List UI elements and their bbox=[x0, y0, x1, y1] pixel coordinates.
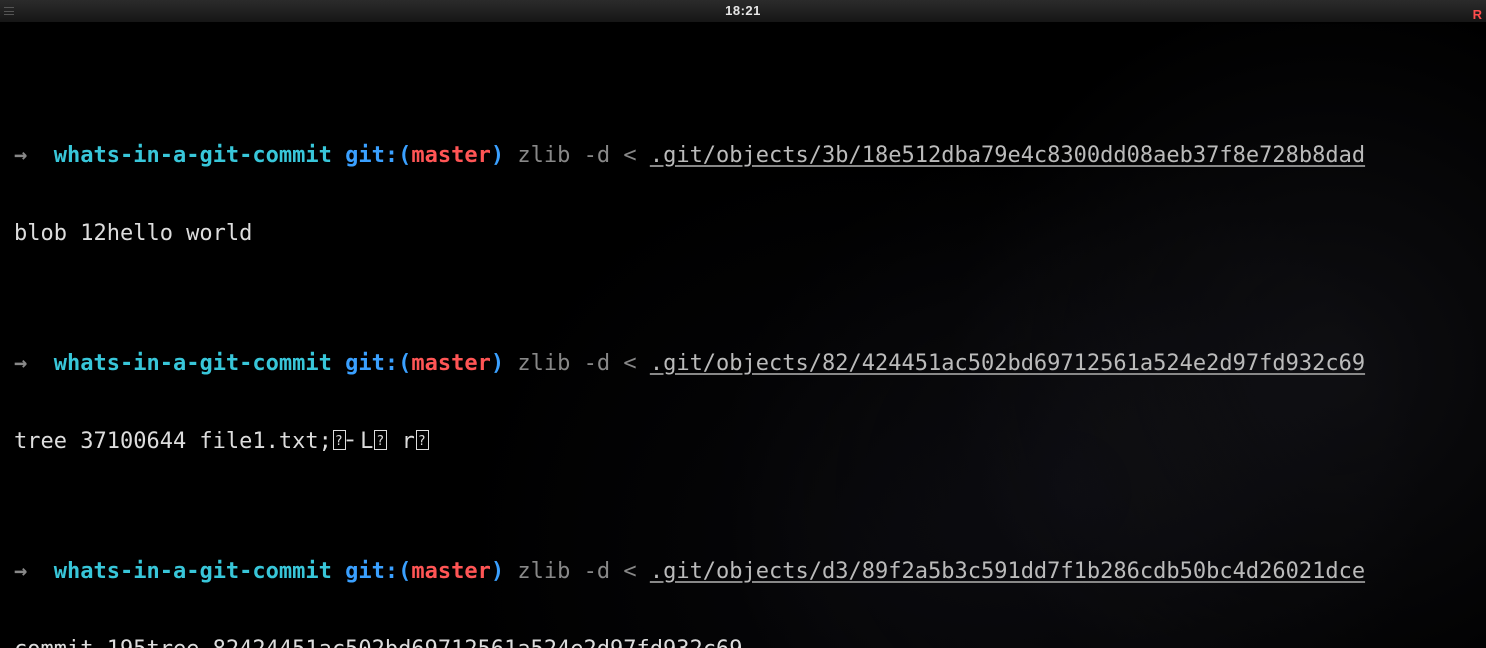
terminal[interactable]: → whats-in-a-git-commit git:(master) zli… bbox=[0, 23, 1486, 648]
prompt-line[interactable]: → whats-in-a-git-commit git:(master) zli… bbox=[14, 143, 1472, 169]
prompt-git-label: git: bbox=[345, 143, 398, 168]
prompt-git-label: git: bbox=[345, 559, 398, 584]
menubar[interactable]: 18:21 R bbox=[0, 0, 1486, 23]
command-text: zlib -d < bbox=[517, 559, 649, 584]
prompt-git-label: git: bbox=[345, 351, 398, 376]
prompt-line[interactable]: → whats-in-a-git-commit git:(master) zli… bbox=[14, 351, 1472, 377]
prompt-folder: whats-in-a-git-commit bbox=[54, 559, 332, 584]
prompt-line[interactable]: → whats-in-a-git-commit git:(master) zli… bbox=[14, 559, 1472, 585]
prompt-folder: whats-in-a-git-commit bbox=[54, 351, 332, 376]
output-line: commit 195tree 82424451ac502bd69712561a5… bbox=[14, 637, 1472, 648]
output-line: tree 37100644 file1.txt;╴L r bbox=[14, 429, 1472, 455]
prompt-arrow-icon: → bbox=[14, 351, 27, 376]
command-path: .git/objects/d3/89f2a5b3c591dd7f1b286cdb… bbox=[650, 559, 1365, 584]
binary-glyph-icon bbox=[416, 430, 429, 450]
command-text: zlib -d < bbox=[517, 143, 649, 168]
output-text: L bbox=[360, 429, 373, 454]
prompt-branch: master bbox=[411, 351, 490, 376]
paren-close: ) bbox=[491, 143, 504, 168]
command-path: .git/objects/82/424451ac502bd69712561a52… bbox=[650, 351, 1365, 376]
binary-glyph-icon bbox=[333, 430, 346, 450]
paren-open: ( bbox=[398, 559, 411, 584]
command-text: zlib -d < bbox=[517, 351, 649, 376]
menu-grip-icon bbox=[4, 7, 14, 15]
command-path: .git/objects/3b/18e512dba79e4c8300dd08ae… bbox=[650, 143, 1365, 168]
output-text: r bbox=[388, 429, 415, 454]
binary-glyph-icon bbox=[374, 430, 387, 450]
paren-close: ) bbox=[491, 351, 504, 376]
prompt-branch: master bbox=[411, 559, 490, 584]
prompt-folder: whats-in-a-git-commit bbox=[54, 143, 332, 168]
output-line: blob 12hello world bbox=[14, 221, 1472, 247]
output-text: tree 37100644 file1.txt; bbox=[14, 429, 332, 454]
paren-close: ) bbox=[491, 559, 504, 584]
paren-open: ( bbox=[398, 143, 411, 168]
clock: 18:21 bbox=[725, 0, 761, 24]
prompt-branch: master bbox=[411, 143, 490, 168]
prompt-arrow-icon: → bbox=[14, 143, 27, 168]
paren-open: ( bbox=[398, 351, 411, 376]
prompt-arrow-icon: → bbox=[14, 559, 27, 584]
